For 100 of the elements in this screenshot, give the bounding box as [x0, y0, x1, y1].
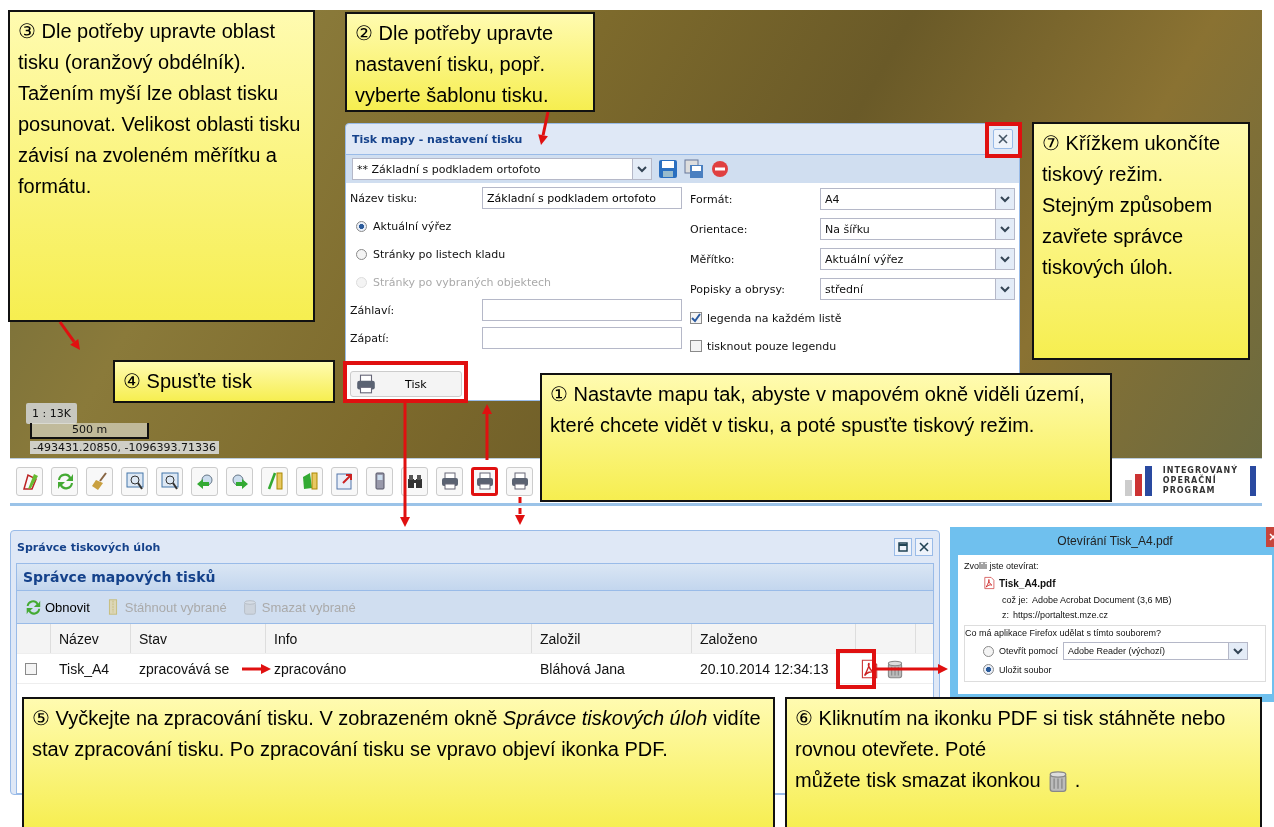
logo-text: OPERAČNÍ: [1162, 476, 1217, 486]
remove-icon: [710, 159, 730, 179]
logo-text: INTEGROVANÝ: [1162, 466, 1238, 475]
callout-text: ② Dle potřeby upravte nastavení tisku, popř. vyberte šablonu tisku.: [355, 22, 554, 106]
panel-title: Správce mapových tisků: [17, 564, 933, 591]
refresh-icon: [24, 598, 42, 616]
pdf-icon: [982, 576, 996, 590]
dropdown-caret-icon: [1232, 645, 1245, 657]
checkbox-label: tisknout pouze legendu: [707, 339, 837, 353]
file-name: Tisk_A4.pdf: [999, 577, 1056, 589]
file-source: https://portaltest.mze.cz: [1013, 610, 1109, 620]
arrow: [242, 664, 271, 674]
maximize-icon: [898, 542, 908, 552]
template-select[interactable]: ** Základní s podkladem ortofoto: [352, 158, 652, 180]
printer-icon: [439, 471, 460, 491]
column-header[interactable]: Založeno: [692, 624, 856, 653]
radio-label: Aktuální výřez: [373, 219, 452, 233]
checkmark-icon: [691, 313, 701, 323]
forward-arrow-icon: [229, 471, 250, 491]
column-header[interactable]: Název: [51, 624, 131, 653]
print-name-field[interactable]: Základní s podkladem ortofoto: [482, 187, 682, 209]
logo-text: PROGRAM: [1162, 486, 1217, 496]
radio-button[interactable]: [983, 664, 994, 675]
dialog-title: Otevírání Tisk_A4.pdf: [1057, 534, 1173, 548]
radio-button[interactable]: [983, 645, 994, 657]
arrow: [876, 664, 948, 674]
field-label: Popisky a obrysy:: [690, 282, 785, 296]
print-button[interactable]: Tisk: [350, 371, 462, 397]
close-button[interactable]: [993, 129, 1013, 149]
callout-text: můžete tisk smazat ikonkou: [795, 768, 1041, 793]
info-label: z:: [1002, 610, 1009, 620]
dropdown-caret-icon: [999, 223, 1011, 235]
field-label: Zápatí:: [350, 331, 390, 345]
toolbar-button: Smazat vybrané: [238, 596, 358, 618]
printer-icon: [355, 373, 377, 395]
dropdown-caret-icon: [999, 193, 1011, 205]
callout-text: ④ Spusťte tisk: [123, 370, 252, 392]
callout-text: ① Nastavte mapu tak, abyste v mapovém okně viděli území, které chcete vidět v tisku, a poté spusťte tiskový režim.: [550, 383, 1085, 436]
maximize-button[interactable]: [894, 538, 912, 556]
scale-bar: 500 m: [30, 423, 149, 439]
toolbar-button: Stáhnout vybrané: [101, 596, 229, 618]
map-scale: 1 : 13K: [26, 403, 77, 424]
radio-label: Stránky po listech kladu: [373, 247, 506, 261]
field-label: Název tisku:: [350, 191, 418, 205]
arrow: [58, 321, 80, 350]
close-icon: [998, 134, 1008, 144]
radio-label: Uložit soubor: [999, 664, 1052, 675]
callout-text: .: [1074, 768, 1081, 793]
radio-label: Otevřít pomocí: [999, 646, 1059, 656]
callout-text: ⑤ Vyčkejte na zpracování tisku. V zobrazeném okně Správce tiskových úloh vidíte stav zpracování tisku. Po zpracování tisku se vpravo objeví ikonka PDF.: [32, 707, 761, 760]
radio-button[interactable]: [356, 248, 367, 260]
coordinates: -493431.20850, -1096393.71336: [30, 441, 219, 454]
printer-icon: [474, 471, 495, 491]
export-icon: [334, 471, 355, 491]
group-label: Co má aplikace Firefox udělat s tímto souborem?: [965, 628, 1163, 638]
copy-disk-icon: [684, 159, 704, 179]
column-header[interactable]: Založil: [532, 624, 692, 653]
close-button[interactable]: [915, 538, 933, 556]
checkbox-label: legenda na každém listě: [707, 311, 842, 325]
window-title: Správce tiskových úloh: [17, 540, 161, 554]
checkbox[interactable]: [690, 340, 702, 352]
field-label: Formát:: [690, 192, 733, 206]
arrow: [482, 404, 492, 460]
dialog-title: Tisk mapy - nastavení tisku: [352, 132, 523, 146]
dropdown[interactable]: Adobe Reader (výchozí): [1063, 642, 1249, 660]
toolbar-button[interactable]: Obnovit: [22, 596, 92, 618]
dropdown[interactable]: A4: [820, 188, 1015, 210]
dropdown-caret-icon: [636, 163, 648, 175]
toolbar-button[interactable]: [471, 466, 498, 496]
footer-field[interactable]: [482, 327, 682, 349]
callout-text: ③ Dle potřeby upravte oblast tisku (oranžový obdélník). Tažením myší lze oblast tisku posunovat. Velikost oblasti tisku závisí na zvoleném měřítku a formátu.: [18, 20, 301, 197]
dropdown[interactable]: Aktuální výřez: [820, 248, 1015, 270]
dropdown[interactable]: Na šířku: [820, 218, 1015, 240]
zoom-icon: [124, 471, 145, 491]
field-label: Záhlaví:: [350, 303, 395, 317]
intro-text: Zvolili jste otevírat:: [964, 561, 1040, 571]
dropdown-caret-icon: [999, 283, 1011, 295]
arrow: [538, 111, 550, 145]
table-cell: 20.10.2014 12:34:13: [700, 660, 829, 677]
field-label: Orientace:: [690, 222, 748, 236]
dropdown[interactable]: střední: [820, 278, 1015, 300]
table-cell: zpracováno: [274, 660, 347, 677]
column-header[interactable]: Info: [266, 624, 532, 653]
radio-label: Stránky po vybraných objektech: [373, 275, 551, 289]
column-header[interactable]: Stav: [131, 624, 266, 653]
radio-button[interactable]: [356, 220, 367, 232]
dashed-arrow: [515, 497, 525, 525]
header-field[interactable]: [482, 299, 682, 321]
table-cell: zpracovává se: [139, 660, 230, 677]
zoom-icon: [159, 471, 180, 491]
checkbox[interactable]: [25, 662, 37, 675]
dropdown-caret-icon: [999, 253, 1011, 265]
table-cell: Tisk_A4: [59, 660, 110, 677]
callout-text: ⑦ Křížkem ukončíte tiskový režim. Stejným způsobem zavřete správce tiskových úloh.: [1042, 132, 1221, 278]
checkbox[interactable]: [690, 312, 702, 324]
broom-icon: [89, 471, 110, 491]
info-label: což je:: [1002, 595, 1028, 605]
file-type: Adobe Acrobat Document (3,6 MB): [1032, 595, 1172, 605]
field-label: Měřítko:: [690, 252, 735, 266]
printer-icon: [509, 471, 530, 491]
